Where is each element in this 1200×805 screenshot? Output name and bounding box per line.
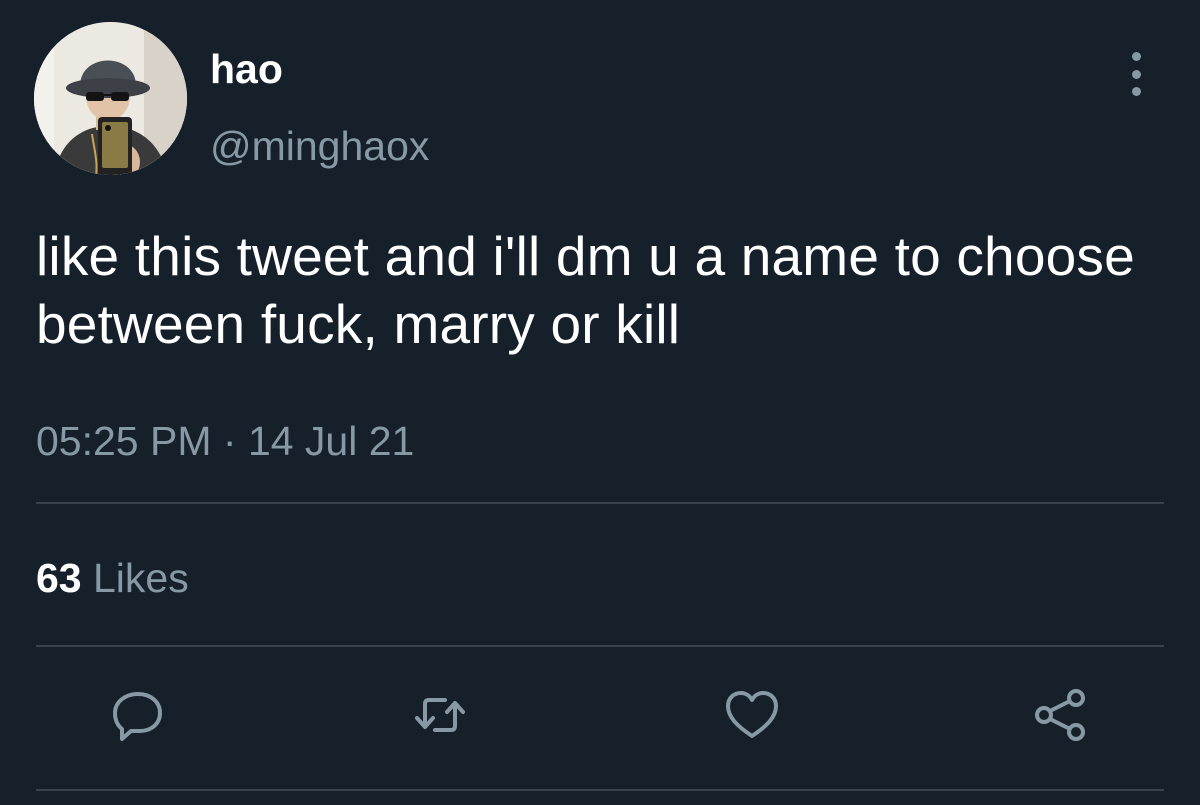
more-dot — [1131, 69, 1141, 79]
tweet-date: 14 Jul 21 — [247, 418, 415, 464]
more-vertical-icon[interactable] — [1124, 52, 1148, 96]
reply-icon — [113, 692, 162, 741]
likes-count: 63 — [36, 555, 82, 601]
heart-icon — [726, 691, 778, 738]
retweet-button[interactable] — [411, 686, 469, 744]
reply-button[interactable] — [109, 686, 167, 744]
display-name[interactable]: hao — [210, 44, 283, 94]
likes-stat[interactable]: 63 Likes — [36, 552, 189, 604]
share-button[interactable] — [1032, 686, 1090, 744]
user-handle[interactable]: @minghaox — [210, 121, 429, 171]
tweet-text: like this tweet and i'll dm u a name to … — [36, 225, 1135, 355]
likes-label: Likes — [81, 555, 189, 601]
tweet-detail: hao @minghaox like this tweet and i'll d… — [0, 0, 1200, 805]
timestamp-separator: · — [211, 418, 248, 464]
divider — [36, 645, 1164, 647]
more-dot — [1131, 52, 1141, 61]
tweet-timestamp[interactable]: 05:25 PM · 14 Jul 21 — [36, 415, 414, 467]
avatar[interactable] — [34, 22, 187, 175]
like-button[interactable] — [723, 686, 781, 744]
tweet-time: 05:25 PM — [36, 418, 212, 464]
retweet-icon — [415, 698, 465, 732]
more-dot — [1131, 87, 1141, 96]
divider — [36, 789, 1164, 791]
divider — [36, 502, 1164, 504]
share-icon — [1035, 689, 1085, 741]
